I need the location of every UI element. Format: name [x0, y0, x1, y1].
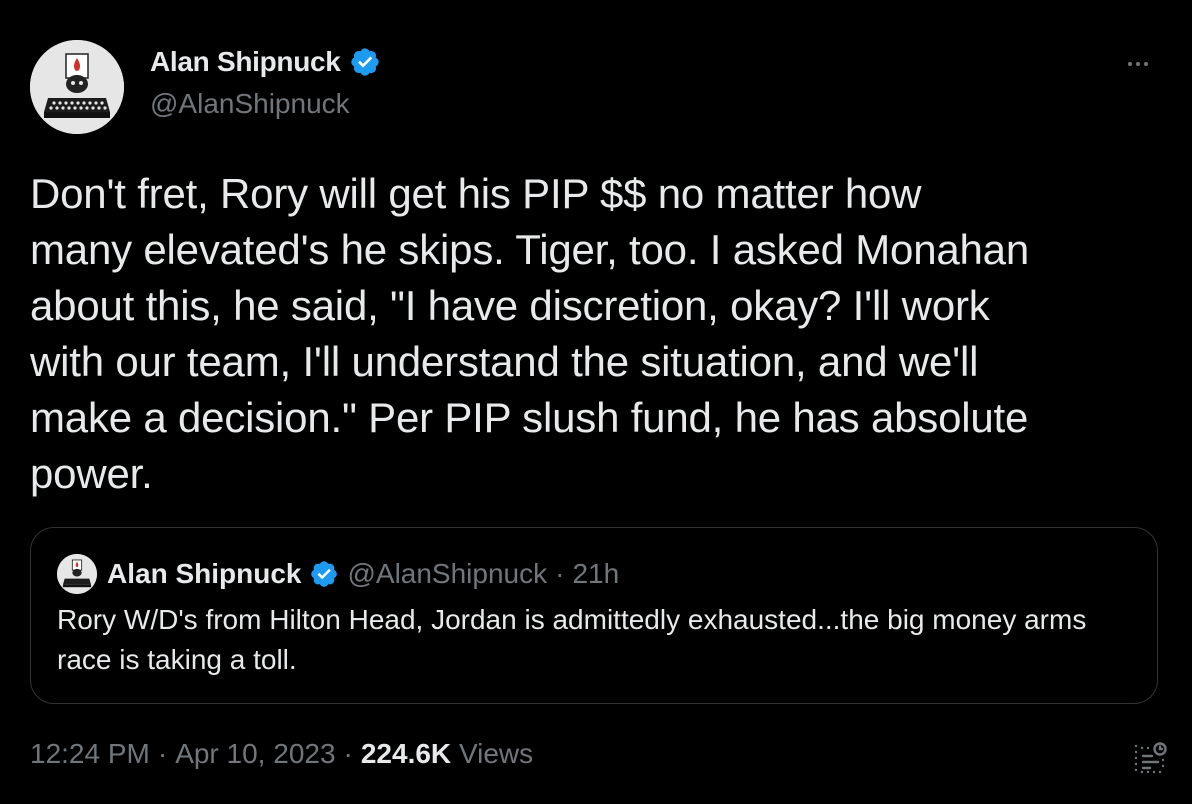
author-name[interactable]: Alan Shipnuck	[150, 46, 341, 78]
quoted-author-name: Alan Shipnuck	[107, 558, 302, 589]
quoted-tweet-header: Alan Shipnuck @AlanShipnuck · 21h	[57, 554, 619, 594]
more-icon	[1128, 62, 1132, 66]
quoted-tweet-text: Rory W/D's from Hilton Head, Jordan is a…	[57, 604, 1087, 675]
author-name-row: Alan Shipnuck	[150, 46, 381, 78]
verified-badge-icon	[311, 561, 338, 587]
meta-separator: ·	[157, 738, 168, 769]
quoted-separator: ·	[555, 558, 565, 589]
author-avatar[interactable]	[30, 40, 124, 134]
meta-separator: ·	[343, 738, 353, 769]
verified-badge-icon	[350, 48, 379, 76]
quoted-tweet-card[interactable]: Alan Shipnuck @AlanShipnuck · 21h Rory W…	[30, 527, 1158, 704]
views-count: 224.6K	[360, 738, 452, 769]
analytics-icon[interactable]	[1130, 738, 1170, 778]
quoted-author-avatar	[57, 554, 97, 594]
tweet-meta-row: 12:24 PM · Apr 10, 2023 · 224.6K Views	[30, 738, 533, 770]
tweet-date[interactable]: Apr 10, 2023	[175, 738, 335, 770]
tweet-text: Don't fret, Rory will get his PIP $$ no …	[30, 170, 1029, 497]
more-button[interactable]	[1118, 44, 1158, 84]
quoted-timestamp: 21h	[572, 558, 620, 589]
typewriter-icon	[30, 40, 124, 134]
views-label: Views	[458, 738, 534, 769]
quoted-author-handle: @AlanShipnuck	[347, 558, 548, 589]
author-handle[interactable]: @AlanShipnuck	[150, 88, 350, 120]
typewriter-icon	[57, 554, 97, 594]
tweet-time[interactable]: 12:24 PM	[30, 738, 150, 770]
